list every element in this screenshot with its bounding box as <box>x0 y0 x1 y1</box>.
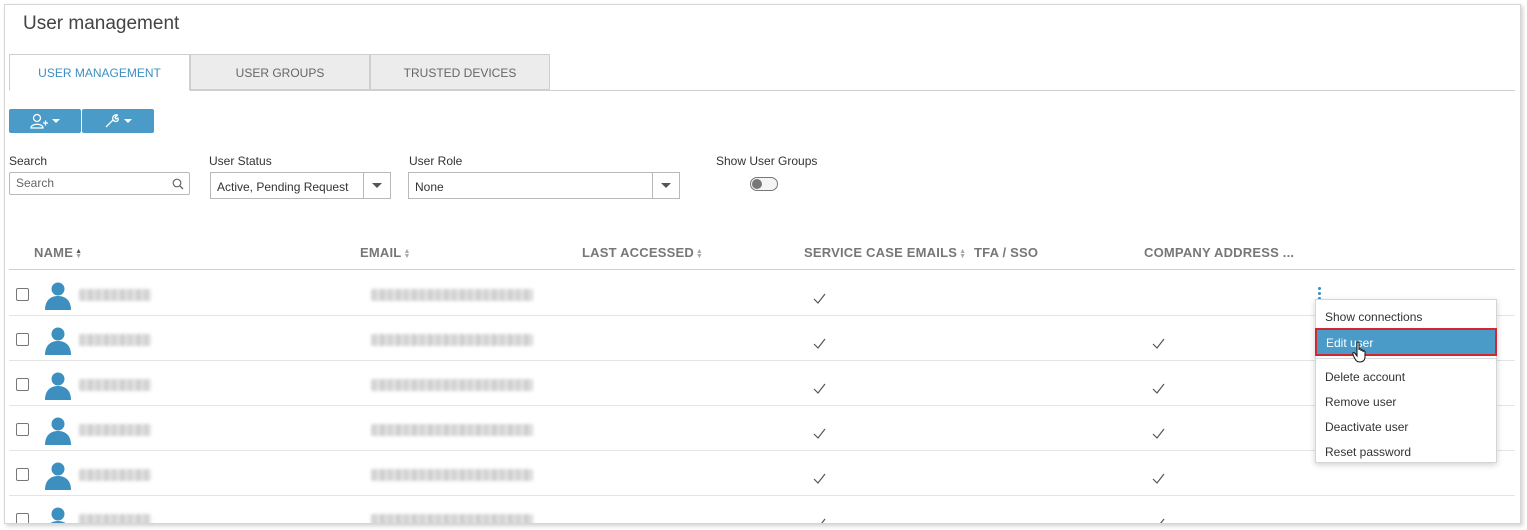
table-row[interactable] <box>9 405 1515 450</box>
menu-item-show-connections[interactable]: Show connections <box>1316 306 1496 328</box>
checkmark-icon <box>813 472 826 485</box>
column-header-name[interactable]: NAME ▲ ▼ <box>34 245 83 260</box>
table-row[interactable] <box>9 495 1515 523</box>
search-label: Search <box>9 154 48 168</box>
user-avatar-icon <box>43 325 73 355</box>
redacted-name <box>79 334 151 346</box>
add-user-icon <box>30 113 48 129</box>
dropdown-arrow-icon[interactable] <box>652 173 679 198</box>
user-avatar-icon <box>43 460 73 490</box>
table-row[interactable] <box>9 315 1515 360</box>
column-header-company-address[interactable]: COMPANY ADDRESS ... <box>1144 245 1294 260</box>
user-role-value: None <box>415 180 444 194</box>
row-checkbox[interactable] <box>16 513 29 523</box>
column-header-email[interactable]: EMAIL ▲ ▼ <box>360 245 411 260</box>
toggle-knob <box>752 179 762 189</box>
app-window: User management USER MANAGEMENT USER GRO… <box>4 4 1521 524</box>
redacted-email <box>371 289 533 301</box>
row-checkbox[interactable] <box>16 333 29 346</box>
chevron-down-icon <box>52 119 60 123</box>
checkmark-icon <box>813 517 826 523</box>
wrench-icon <box>105 114 119 128</box>
redacted-email <box>371 424 533 436</box>
row-checkbox[interactable] <box>16 378 29 391</box>
chevron-down-icon <box>124 119 132 123</box>
row-checkbox[interactable] <box>16 288 29 301</box>
sort-icon: ▲ ▼ <box>75 247 83 260</box>
menu-item-edit-user[interactable]: Edit user <box>1315 328 1497 356</box>
column-header-service-case-emails[interactable]: SERVICE CASE EMAILS ▲ ▼ <box>804 245 967 260</box>
redacted-email <box>371 469 533 481</box>
user-avatar-icon <box>43 370 73 400</box>
user-role-select[interactable]: None <box>408 172 680 199</box>
menu-divider <box>1316 358 1496 359</box>
menu-item-reset-password[interactable]: Reset password <box>1316 441 1496 463</box>
dropdown-arrow-icon[interactable] <box>363 173 390 198</box>
redacted-name <box>79 514 151 523</box>
row-checkbox[interactable] <box>16 468 29 481</box>
add-user-button[interactable] <box>9 109 81 133</box>
checkmark-icon <box>1152 517 1165 523</box>
tab-bar: USER MANAGEMENT USER GROUPS TRUSTED DEVI… <box>9 54 1515 91</box>
user-status-select[interactable]: Active, Pending Request <box>210 172 391 199</box>
redacted-name <box>79 289 151 301</box>
checkmark-icon <box>813 382 826 395</box>
search-input[interactable] <box>16 173 166 193</box>
show-user-groups-toggle[interactable] <box>750 177 778 191</box>
sort-icon: ▲ ▼ <box>959 247 967 260</box>
menu-item-remove-user[interactable]: Remove user <box>1316 391 1496 413</box>
tab-user-management[interactable]: USER MANAGEMENT <box>9 54 190 91</box>
tab-user-groups[interactable]: USER GROUPS <box>190 54 370 90</box>
user-avatar-icon <box>43 415 73 445</box>
redacted-email <box>371 379 533 391</box>
redacted-name <box>79 469 151 481</box>
sort-icon: ▲ ▼ <box>695 247 704 260</box>
user-status-value: Active, Pending Request <box>217 180 349 194</box>
user-status-label: User Status <box>209 154 272 168</box>
row-context-menu: Show connections Edit user Delete accoun… <box>1315 299 1497 463</box>
table-row[interactable] <box>9 270 1515 315</box>
show-user-groups-label: Show User Groups <box>716 154 818 168</box>
hand-cursor-icon <box>1352 341 1366 363</box>
table-row[interactable] <box>9 360 1515 405</box>
column-header-tfa-sso[interactable]: TFA / SSO <box>974 245 1038 260</box>
column-header-last-accessed[interactable]: LAST ACCESSED ▲ ▼ <box>582 245 704 260</box>
checkmark-icon <box>813 427 826 440</box>
search-field[interactable] <box>9 172 190 195</box>
menu-item-delete-account[interactable]: Delete account <box>1316 366 1496 388</box>
user-role-label: User Role <box>409 154 463 168</box>
menu-item-deactivate-user[interactable]: Deactivate user <box>1316 416 1496 438</box>
search-icon <box>172 178 184 190</box>
user-avatar-icon <box>43 505 73 523</box>
sort-icon: ▲ ▼ <box>403 247 411 260</box>
user-avatar-icon <box>43 280 73 310</box>
tools-button[interactable] <box>82 109 154 133</box>
checkmark-icon <box>1152 382 1165 395</box>
checkmark-icon <box>813 292 826 305</box>
checkmark-icon <box>1152 472 1165 485</box>
page-title: User management <box>23 13 180 34</box>
tab-trusted-devices[interactable]: TRUSTED DEVICES <box>370 54 550 90</box>
checkmark-icon <box>1152 337 1165 350</box>
checkmark-icon <box>1152 427 1165 440</box>
checkmark-icon <box>813 337 826 350</box>
redacted-email <box>371 514 533 523</box>
row-checkbox[interactable] <box>16 423 29 436</box>
redacted-name <box>79 424 151 436</box>
table-row[interactable] <box>9 450 1515 495</box>
redacted-email <box>371 334 533 346</box>
redacted-name <box>79 379 151 391</box>
